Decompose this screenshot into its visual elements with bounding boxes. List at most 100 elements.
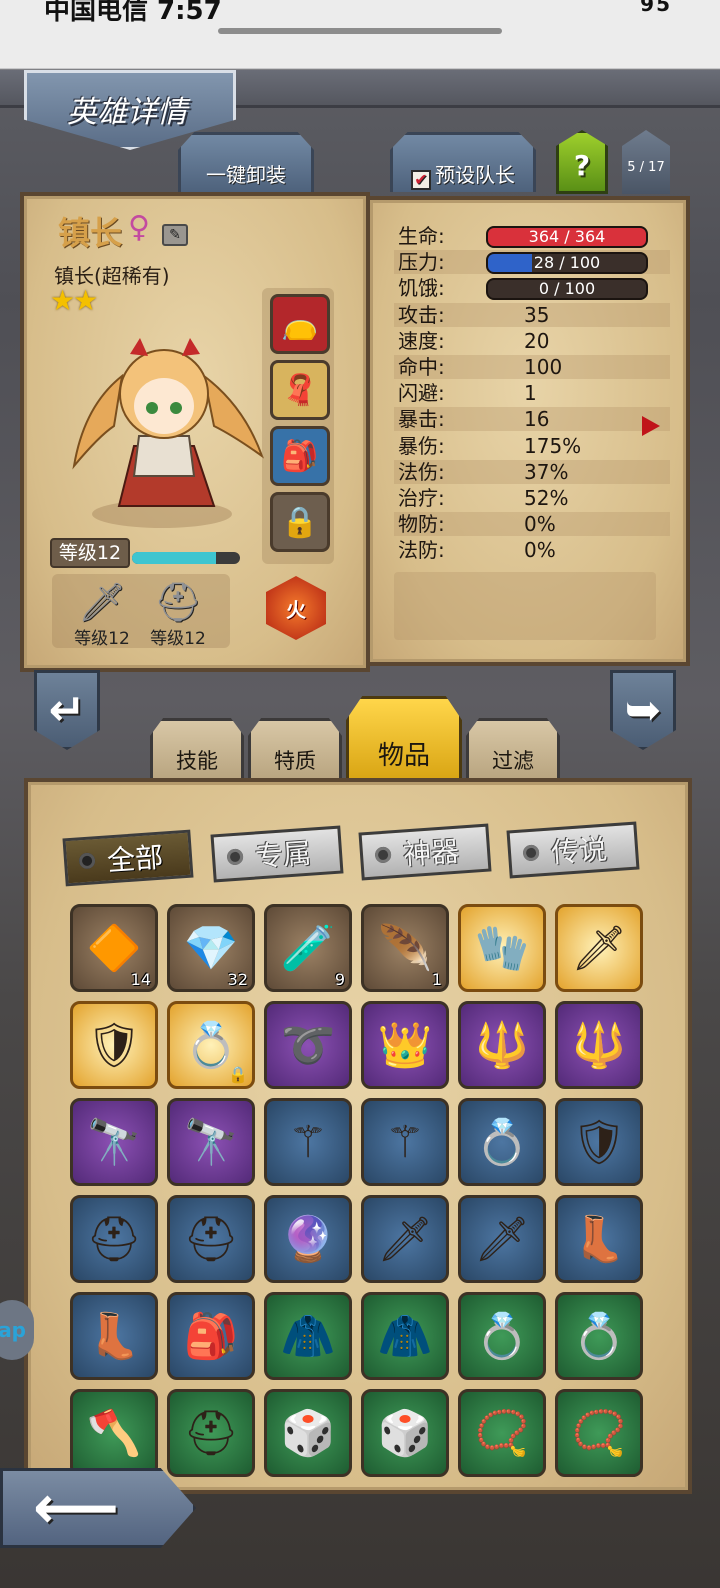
inventory-item[interactable]: 💎 32 bbox=[167, 904, 255, 992]
inventory-item[interactable]: 📿 bbox=[555, 1389, 643, 1477]
filter-button[interactable]: 神器 bbox=[358, 823, 492, 881]
stat-value: 1 bbox=[524, 381, 537, 406]
stats-panel: 生命: 364 / 364 压力: 28 / 100 饥饿: 0 / 100 攻击: 35 速度… bbox=[370, 196, 690, 666]
inventory-item[interactable]: ⚚ bbox=[361, 1098, 449, 1186]
iron-helmet-icon: ⛑ bbox=[183, 1408, 239, 1459]
back-button[interactable]: ⟵ bbox=[0, 1468, 196, 1548]
winged-staff-icon: ⚚ bbox=[288, 1116, 328, 1168]
filter-button[interactable]: 专属 bbox=[210, 825, 344, 883]
item-count: 1 bbox=[431, 970, 442, 989]
inventory-item[interactable]: ⚚ bbox=[264, 1098, 352, 1186]
item-count: 9 bbox=[334, 970, 345, 989]
stat-label: 物防: bbox=[398, 512, 445, 537]
inventory-item[interactable]: 💍 bbox=[458, 1098, 546, 1186]
pouch-icon: 🎒 bbox=[281, 438, 319, 474]
dice-icon: 🎲 bbox=[377, 1408, 433, 1459]
weapon-slot[interactable]: 🗡 等级12 bbox=[62, 580, 142, 649]
preset-leader-toggle[interactable]: ✔ 预设队长 bbox=[390, 132, 536, 192]
inventory-item[interactable]: 💍 🔒 bbox=[167, 1001, 255, 1089]
expand-arrow-icon[interactable] bbox=[642, 416, 660, 436]
winged-boots-icon: 👢 bbox=[86, 1311, 142, 1362]
inventory-item[interactable]: 🗡 bbox=[555, 904, 643, 992]
inventory-item[interactable]: 🎲 bbox=[264, 1389, 352, 1477]
feather-icon: 🪶 bbox=[377, 923, 433, 974]
tiara-icon: 👑 bbox=[377, 1020, 433, 1071]
inventory-item[interactable]: 🧥 bbox=[264, 1292, 352, 1380]
inventory-tab[interactable]: 过滤 bbox=[466, 718, 560, 782]
inventory-item[interactable]: 🔶 14 bbox=[70, 904, 158, 992]
equip-slot-pouch[interactable]: 🎒 bbox=[270, 426, 330, 486]
stats-footer-box bbox=[394, 572, 656, 640]
inventory-tab[interactable]: 物品 bbox=[346, 696, 462, 782]
sapphire-necklace-icon: 📿 bbox=[474, 1408, 530, 1459]
inventory-item[interactable]: 🗡 bbox=[361, 1195, 449, 1283]
stat-row: 速度: 20 bbox=[394, 329, 670, 353]
inventory-item[interactable]: 🗡 bbox=[458, 1195, 546, 1283]
amethyst-ring-icon: 💍 bbox=[474, 1117, 530, 1168]
checkbox-icon[interactable]: ✔ bbox=[411, 170, 431, 190]
hero-portrait bbox=[72, 338, 265, 528]
equip-slot-locked[interactable]: 🔒 bbox=[270, 492, 330, 552]
armor-slot[interactable]: ⛑ 等级12 bbox=[138, 580, 218, 649]
inventory-item[interactable]: 🪓 bbox=[70, 1389, 158, 1477]
inventory-item[interactable]: 🔱 bbox=[555, 1001, 643, 1089]
inventory-item[interactable]: 🔭 bbox=[70, 1098, 158, 1186]
ruby-staff-icon: 🔱 bbox=[474, 1020, 530, 1071]
radio-dot-icon bbox=[522, 844, 540, 862]
inventory-item[interactable]: ⛑ bbox=[167, 1195, 255, 1283]
inventory-item[interactable]: ➰ bbox=[264, 1001, 352, 1089]
unequip-all-button[interactable]: 一键卸装 bbox=[178, 132, 314, 192]
blue-crystal-icon: 💎 bbox=[183, 923, 239, 974]
inventory-item[interactable]: 🧪 9 bbox=[264, 904, 352, 992]
inventory-item[interactable]: 🪶 1 bbox=[361, 904, 449, 992]
preset-leader-label: 预设队长 bbox=[435, 163, 515, 187]
filter-label: 传说 bbox=[550, 832, 609, 870]
inventory-tab[interactable]: 技能 bbox=[150, 718, 244, 782]
stat-label: 闪避: bbox=[398, 381, 445, 406]
team-count: 5 / 17 bbox=[627, 160, 665, 175]
ruby-staff-icon: 🔱 bbox=[571, 1020, 627, 1071]
stat-bar: 0 / 100 bbox=[486, 278, 648, 301]
winged-boots-icon: 👢 bbox=[571, 1214, 627, 1265]
inventory-item[interactable]: 🧤 bbox=[458, 904, 546, 992]
inventory-item[interactable]: 💍 bbox=[458, 1292, 546, 1380]
fire-element-badge: 火 bbox=[266, 576, 326, 640]
inventory-item[interactable]: 📿 bbox=[458, 1389, 546, 1477]
stat-value: 100 bbox=[524, 355, 563, 379]
inventory-item[interactable]: 👢 bbox=[555, 1195, 643, 1283]
stat-label: 生命: bbox=[398, 224, 445, 248]
inventory-item[interactable]: 💍 bbox=[555, 1292, 643, 1380]
inventory-item[interactable]: 🛡 bbox=[70, 1001, 158, 1089]
inventory-item[interactable]: ⛑ bbox=[70, 1195, 158, 1283]
war-axe-icon: 🪓 bbox=[86, 1408, 142, 1459]
equip-slot-accessory[interactable]: 🧣 bbox=[270, 360, 330, 420]
armor-level: 等级12 bbox=[150, 629, 206, 649]
stat-row: 压力: 28 / 100 bbox=[394, 250, 670, 275]
stat-label: 暴击: bbox=[398, 407, 445, 432]
inventory-item[interactable]: 👑 bbox=[361, 1001, 449, 1089]
side-floating-tab[interactable]: ap bbox=[0, 1300, 34, 1360]
inventory-item[interactable]: 👢 bbox=[70, 1292, 158, 1380]
whip-icon: ➰ bbox=[280, 1020, 336, 1071]
unequip-all-label: 一键卸装 bbox=[206, 163, 286, 187]
rune-gem-icon: 🔶 bbox=[86, 923, 142, 974]
carrier-time: 中国电信 7:57 bbox=[44, 0, 222, 26]
mage-robe-icon: 🧥 bbox=[377, 1311, 433, 1362]
inventory-item[interactable]: 🔭 bbox=[167, 1098, 255, 1186]
stat-row: 生命: 364 / 364 bbox=[394, 224, 670, 248]
inventory-item[interactable]: 🧥 bbox=[361, 1292, 449, 1380]
helmet-icon: ⛑ bbox=[153, 580, 203, 624]
inventory-item[interactable]: 🎲 bbox=[361, 1389, 449, 1477]
back-arrow-icon: ⟵ bbox=[33, 1473, 120, 1543]
filter-button[interactable]: 传说 bbox=[506, 821, 640, 879]
filter-button[interactable]: 全部 bbox=[62, 829, 194, 887]
gold-helmet-icon: ⛑ bbox=[183, 1214, 239, 1265]
inventory-item[interactable]: ⛑ bbox=[167, 1389, 255, 1477]
inventory-tab[interactable]: 特质 bbox=[248, 718, 342, 782]
inventory-item[interactable]: 🛡 bbox=[555, 1098, 643, 1186]
equip-slot-bag[interactable]: 👝 bbox=[270, 294, 330, 354]
inventory-item[interactable]: 🎒 bbox=[167, 1292, 255, 1380]
inventory-item[interactable]: 🔱 bbox=[458, 1001, 546, 1089]
inventory-item[interactable]: 🔮 bbox=[264, 1195, 352, 1283]
edit-name-icon[interactable]: ✎ bbox=[162, 224, 188, 246]
